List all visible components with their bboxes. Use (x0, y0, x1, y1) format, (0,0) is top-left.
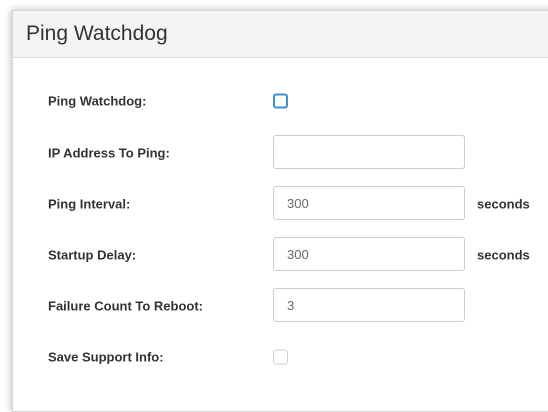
startup-delay-unit: seconds (477, 247, 530, 263)
ping-watchdog-label: Ping Watchdog: (48, 93, 147, 109)
save-support-info-label: Save Support Info: (48, 349, 164, 365)
startup-delay-label: Startup Delay: (48, 247, 137, 263)
ping-interval-row: Ping Interval: seconds (13, 186, 548, 222)
panel-header: Ping Watchdog (13, 11, 548, 58)
startup-delay-row: Startup Delay: seconds (13, 237, 548, 273)
ping-watchdog-panel: Ping Watchdog Ping Watchdog: IP Address … (12, 10, 548, 412)
panel-title: Ping Watchdog (26, 22, 168, 45)
ping-interval-label: Ping Interval: (48, 196, 131, 212)
ping-watchdog-checkbox[interactable] (273, 93, 288, 109)
ip-address-label: IP Address To Ping: (48, 145, 170, 161)
startup-delay-input[interactable] (273, 237, 465, 271)
failure-count-label: Failure Count To Reboot: (48, 298, 204, 314)
ip-address-row: IP Address To Ping: (13, 135, 548, 171)
failure-count-input[interactable] (273, 288, 465, 322)
failure-count-row: Failure Count To Reboot: (13, 288, 548, 324)
ping-interval-unit: seconds (477, 196, 530, 212)
ip-address-input[interactable] (273, 135, 465, 169)
ping-interval-input[interactable] (273, 186, 465, 220)
save-support-info-row: Save Support Info: (13, 339, 548, 375)
save-support-info-checkbox[interactable] (273, 349, 288, 365)
ping-watchdog-row: Ping Watchdog: (13, 83, 548, 119)
